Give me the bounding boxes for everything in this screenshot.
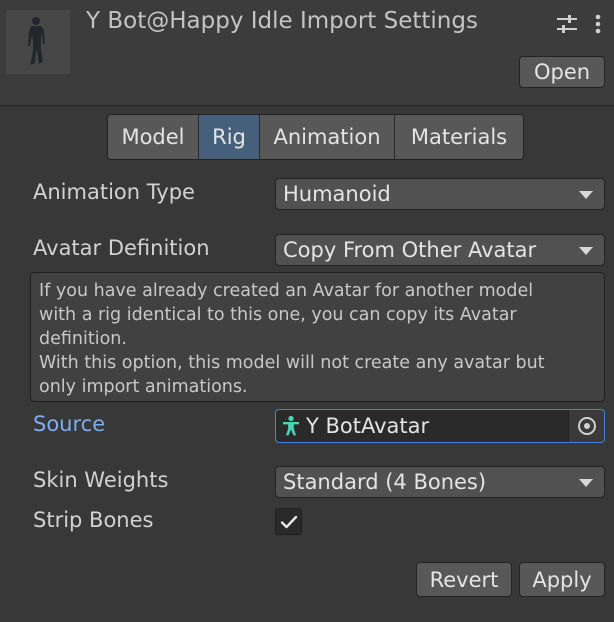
sliders-icon[interactable] bbox=[555, 12, 579, 36]
import-tabs: Model Rig Animation Materials bbox=[107, 114, 524, 160]
inspector-header: Y Bot@Happy Idle Import Settings Open bbox=[0, 0, 614, 106]
tab-rig[interactable]: Rig bbox=[199, 115, 260, 159]
apply-button[interactable]: Apply bbox=[519, 562, 605, 597]
dropdown-arrow-icon bbox=[579, 191, 593, 199]
help-line: definition. bbox=[39, 329, 127, 349]
humanoid-figure-icon bbox=[28, 17, 45, 65]
dropdown-arrow-icon bbox=[579, 247, 593, 255]
avatar-icon bbox=[276, 410, 306, 442]
avatar-help-box: If you have already created an Avatar fo… bbox=[30, 272, 605, 402]
tab-model[interactable]: Model bbox=[108, 115, 199, 159]
help-line: If you have already created an Avatar fo… bbox=[39, 281, 534, 301]
skin-weights-dropdown[interactable]: Standard (4 Bones) bbox=[275, 466, 605, 498]
source-object-field[interactable]: Y BotAvatar bbox=[275, 409, 605, 443]
avatar-definition-label: Avatar Definition bbox=[33, 236, 210, 260]
checkmark-icon bbox=[280, 515, 297, 528]
dropdown-arrow-icon bbox=[579, 479, 593, 487]
source-label: Source bbox=[33, 412, 106, 436]
animation-type-value: Humanoid bbox=[283, 182, 391, 206]
animation-type-dropdown[interactable]: Humanoid bbox=[275, 178, 605, 210]
object-picker-icon[interactable] bbox=[568, 410, 604, 442]
model-preview-thumbnail bbox=[6, 10, 70, 74]
source-value: Y BotAvatar bbox=[306, 414, 430, 438]
strip-bones-checkbox[interactable] bbox=[275, 508, 302, 535]
import-settings-title: Y Bot@Happy Idle Import Settings bbox=[86, 8, 478, 34]
skin-weights-value: Standard (4 Bones) bbox=[283, 470, 487, 494]
tab-materials[interactable]: Materials bbox=[395, 115, 523, 159]
open-button[interactable]: Open bbox=[519, 56, 605, 88]
revert-button[interactable]: Revert bbox=[416, 562, 512, 597]
help-line: only import animations. bbox=[39, 377, 248, 397]
help-line: with a rig identical to this one, you ca… bbox=[39, 305, 517, 325]
kebab-menu-icon[interactable] bbox=[586, 12, 610, 36]
tab-animation[interactable]: Animation bbox=[260, 115, 395, 159]
strip-bones-label: Strip Bones bbox=[33, 508, 154, 532]
animation-type-label: Animation Type bbox=[33, 180, 195, 204]
skin-weights-label: Skin Weights bbox=[33, 468, 169, 492]
help-line: With this option, this model will not cr… bbox=[39, 353, 545, 373]
avatar-definition-value: Copy From Other Avatar bbox=[283, 238, 537, 262]
avatar-definition-dropdown[interactable]: Copy From Other Avatar bbox=[275, 234, 605, 266]
